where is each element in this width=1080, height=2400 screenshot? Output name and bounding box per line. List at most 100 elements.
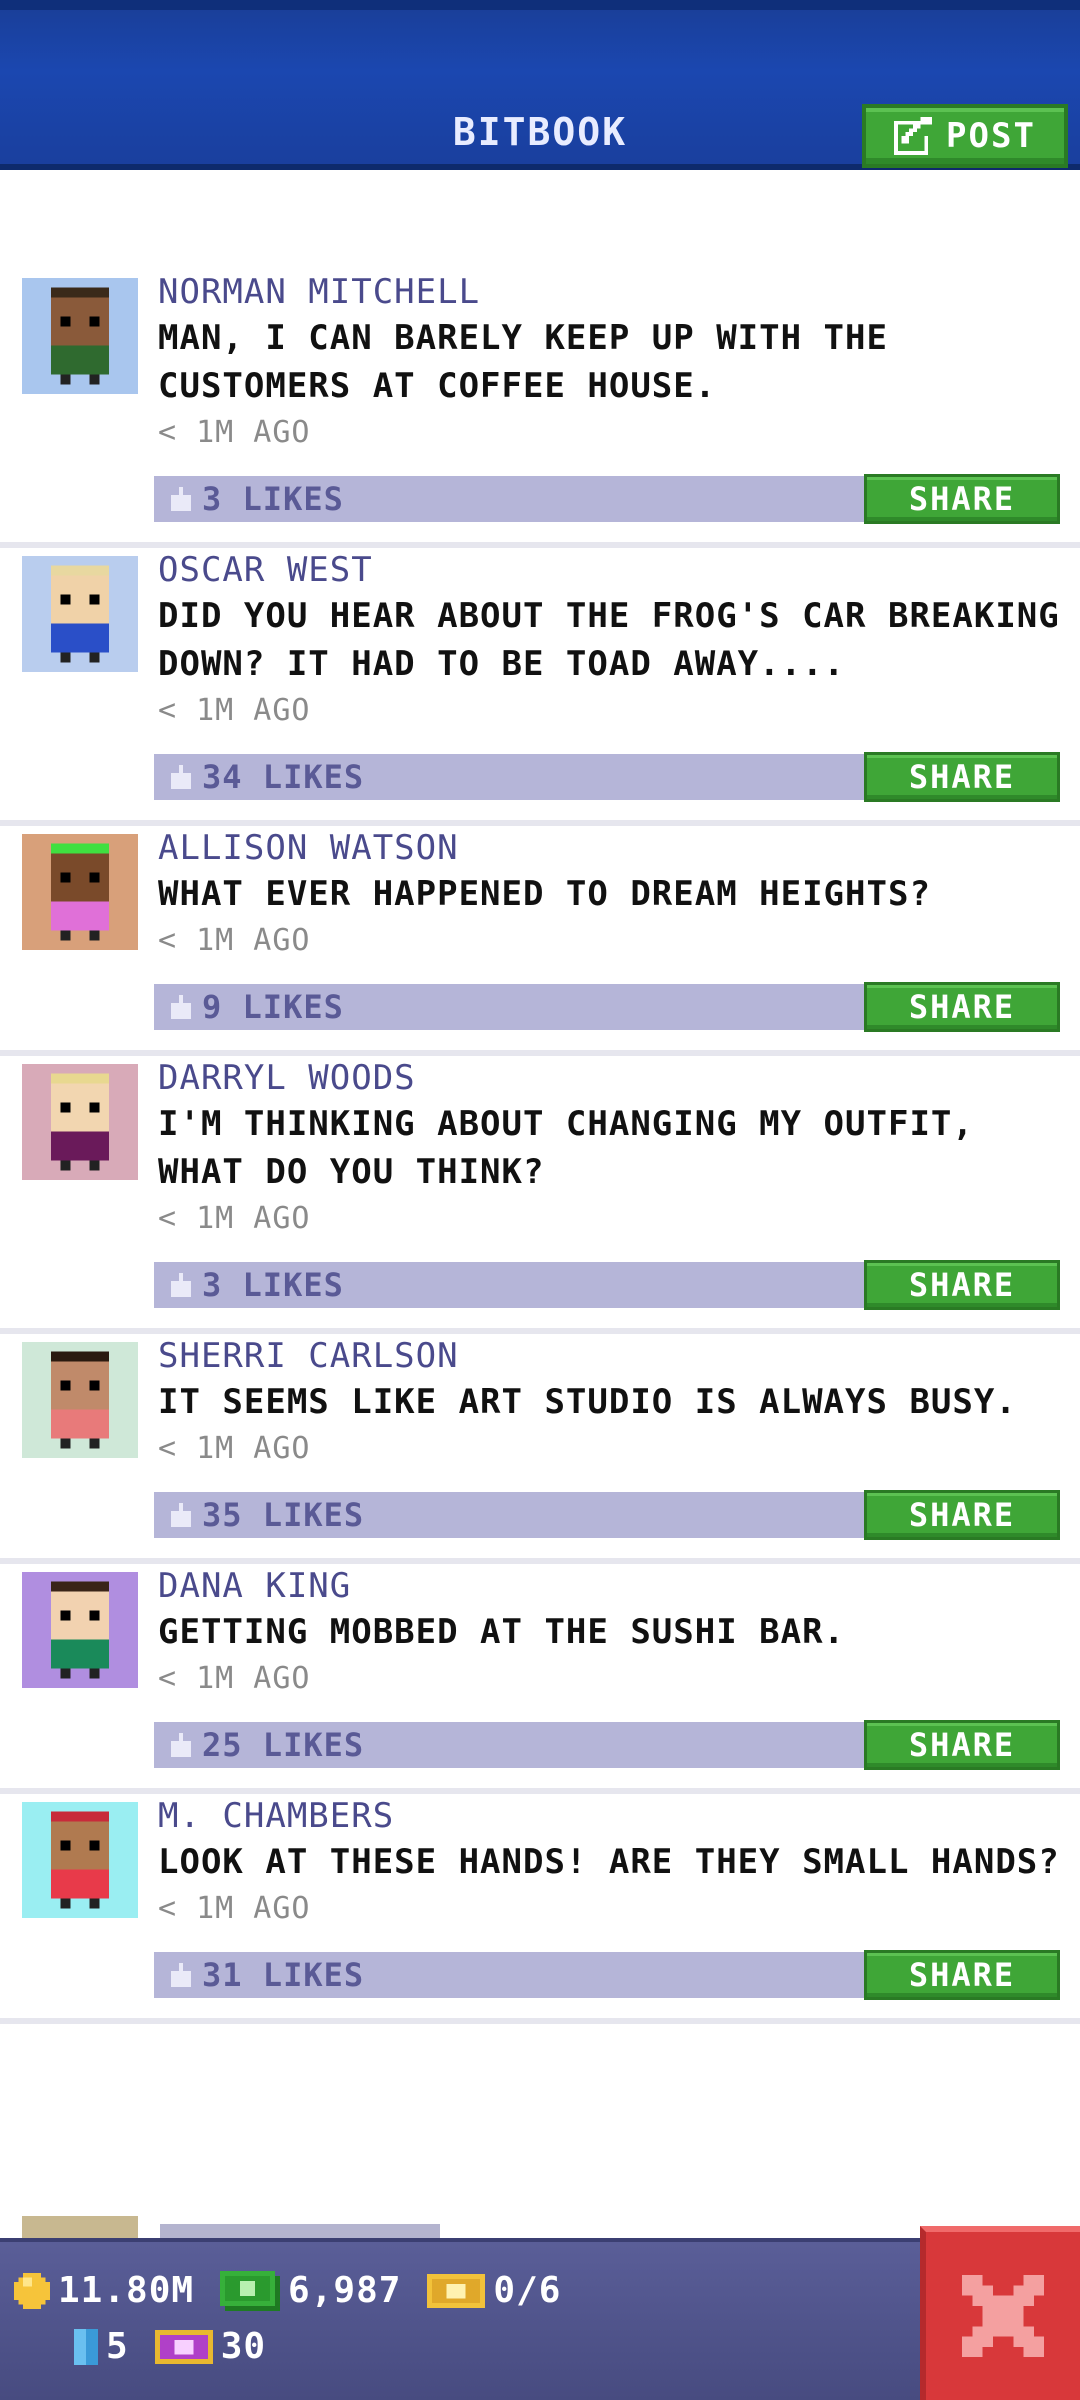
- likes-bar: 31 LIKES SHARE: [154, 1950, 1060, 2000]
- thumbs-up-icon: [171, 765, 191, 789]
- post-message: GETTING MOBBED AT THE SUSHI BAR.: [158, 1612, 846, 1652]
- thumbs-up-icon: [171, 1733, 191, 1757]
- bitbook-feed[interactable]: NORMAN MITCHELL MAN, I CAN BARELY KEEP U…: [0, 270, 1080, 2024]
- avatar[interactable]: [22, 1342, 138, 1458]
- thumbs-up-icon: [171, 995, 191, 1019]
- vip-value: 30: [220, 2326, 267, 2367]
- feed-post: OSCAR WEST DID YOU HEAR ABOUT THE FROG'S…: [0, 548, 1080, 826]
- avatar-portrait: [22, 556, 138, 672]
- likes-count: 3 LIKES: [154, 480, 344, 518]
- avatar-portrait: [22, 278, 138, 394]
- feed-post: SHERRI CARLSON IT SEEMS LIKE ART STUDIO …: [0, 1334, 1080, 1564]
- likes-label: 31 LIKES: [202, 1956, 365, 1994]
- thumbs-up-icon: [171, 1273, 191, 1297]
- bux-value: 6,987: [288, 2270, 402, 2311]
- bitizens-stat: 5: [74, 2326, 129, 2367]
- likes-count: 25 LIKES: [154, 1726, 364, 1764]
- feed-post: DARRYL WOODS I'M THINKING ABOUT CHANGING…: [0, 1056, 1080, 1334]
- ticket-icon: [427, 2273, 486, 2308]
- avatar[interactable]: [22, 1802, 138, 1918]
- feed-post: ALLISON WATSON WHAT EVER HAPPENED TO DRE…: [0, 826, 1080, 1056]
- tickets-value: 0/6: [493, 2270, 562, 2311]
- post-author[interactable]: DANA KING: [158, 1564, 1060, 1608]
- avatar-portrait: [22, 834, 138, 950]
- likes-bar: 3 LIKES SHARE: [154, 1260, 1060, 1310]
- avatar[interactable]: [22, 556, 138, 672]
- post-time: < 1M AGO: [158, 1891, 311, 1926]
- avatar[interactable]: [22, 1064, 138, 1180]
- thumbs-up-icon: [171, 1503, 191, 1527]
- likes-label: 34 LIKES: [202, 758, 365, 796]
- likes-count: 9 LIKES: [154, 988, 344, 1026]
- post-time: < 1M AGO: [158, 415, 311, 450]
- post-message: WHAT EVER HAPPENED TO DREAM HEIGHTS?: [158, 874, 931, 914]
- close-icon: [962, 2275, 1044, 2357]
- bitizens-value: 5: [106, 2326, 129, 2367]
- likes-label: 25 LIKES: [202, 1726, 365, 1764]
- likes-bar: 3 LIKES SHARE: [154, 474, 1060, 524]
- close-button[interactable]: [920, 2226, 1080, 2400]
- share-button[interactable]: SHARE: [864, 1720, 1060, 1770]
- tickets-stat: 0/6: [427, 2270, 561, 2311]
- feed-post: NORMAN MITCHELL MAN, I CAN BARELY KEEP U…: [0, 270, 1080, 548]
- bux-icon: [220, 2270, 281, 2311]
- coin-icon: [14, 2272, 50, 2309]
- likes-count: 35 LIKES: [154, 1496, 364, 1534]
- feed-post: M. CHAMBERS LOOK AT THESE HANDS! ARE THE…: [0, 1794, 1080, 2024]
- share-button[interactable]: SHARE: [864, 1490, 1060, 1540]
- likes-bar: 34 LIKES SHARE: [154, 752, 1060, 802]
- share-button[interactable]: SHARE: [864, 982, 1060, 1032]
- share-button[interactable]: SHARE: [864, 474, 1060, 524]
- post-time: < 1M AGO: [158, 693, 311, 728]
- post-author[interactable]: M. CHAMBERS: [158, 1794, 1060, 1838]
- post-button[interactable]: POST: [862, 104, 1068, 168]
- post-author[interactable]: SHERRI CARLSON: [158, 1334, 1060, 1378]
- status-footer: 11.80M 6,987 0/6 5 30: [0, 2238, 1080, 2400]
- post-message: I'M THINKING ABOUT CHANGING MY OUTFIT, W…: [158, 1104, 974, 1192]
- likes-label: 9 LIKES: [202, 988, 344, 1026]
- vip-ticket-icon: [154, 2329, 213, 2364]
- avatar-portrait: [22, 1342, 138, 1458]
- post-time: < 1M AGO: [158, 923, 311, 958]
- likes-label: 3 LIKES: [202, 1266, 344, 1304]
- post-author[interactable]: NORMAN MITCHELL: [158, 270, 1060, 314]
- share-button[interactable]: SHARE: [864, 752, 1060, 802]
- post-message: DID YOU HEAR ABOUT THE FROG'S CAR BREAKI…: [158, 596, 1060, 684]
- likes-bar: 35 LIKES SHARE: [154, 1490, 1060, 1540]
- post-author[interactable]: ALLISON WATSON: [158, 826, 1060, 870]
- next-post-peek: [0, 2210, 1080, 2240]
- post-time: < 1M AGO: [158, 1661, 311, 1696]
- share-button[interactable]: SHARE: [864, 1260, 1060, 1310]
- post-message: LOOK AT THESE HANDS! ARE THEY SMALL HAND…: [158, 1842, 1060, 1882]
- post-time: < 1M AGO: [158, 1431, 311, 1466]
- edit-icon: [894, 117, 933, 155]
- post-message: IT SEEMS LIKE ART STUDIO IS ALWAYS BUSY.: [158, 1382, 1017, 1422]
- app-header: BITBOOK POST: [0, 0, 1080, 170]
- avatar-portrait: [22, 1064, 138, 1180]
- coins-value: 11.80M: [58, 2270, 195, 2311]
- avatar[interactable]: [22, 278, 138, 394]
- likes-count: 34 LIKES: [154, 758, 364, 796]
- likes-bar: 25 LIKES SHARE: [154, 1720, 1060, 1770]
- post-author[interactable]: OSCAR WEST: [158, 548, 1060, 592]
- coins-stat: 11.80M: [14, 2270, 194, 2311]
- post-label: POST: [946, 116, 1036, 156]
- thumbs-up-icon: [171, 1963, 191, 1987]
- likes-label: 35 LIKES: [202, 1496, 365, 1534]
- likes-bar: 9 LIKES SHARE: [154, 982, 1060, 1032]
- post-author[interactable]: DARRYL WOODS: [158, 1056, 1060, 1100]
- likes-count: 31 LIKES: [154, 1956, 364, 1994]
- avatar-portrait: [22, 1802, 138, 1918]
- thumbs-up-icon: [171, 487, 191, 511]
- avatar[interactable]: [22, 834, 138, 950]
- share-button[interactable]: SHARE: [864, 1950, 1060, 2000]
- avatar-portrait: [22, 1572, 138, 1688]
- likes-label: 3 LIKES: [202, 480, 344, 518]
- post-time: < 1M AGO: [158, 1201, 311, 1236]
- bitizen-icon: [74, 2328, 98, 2365]
- likes-count: 3 LIKES: [154, 1266, 344, 1304]
- feed-post: DANA KING GETTING MOBBED AT THE SUSHI BA…: [0, 1564, 1080, 1794]
- avatar[interactable]: [22, 1572, 138, 1688]
- post-message: MAN, I CAN BARELY KEEP UP WITH THE CUSTO…: [158, 318, 888, 406]
- bux-stat: 6,987: [220, 2270, 401, 2311]
